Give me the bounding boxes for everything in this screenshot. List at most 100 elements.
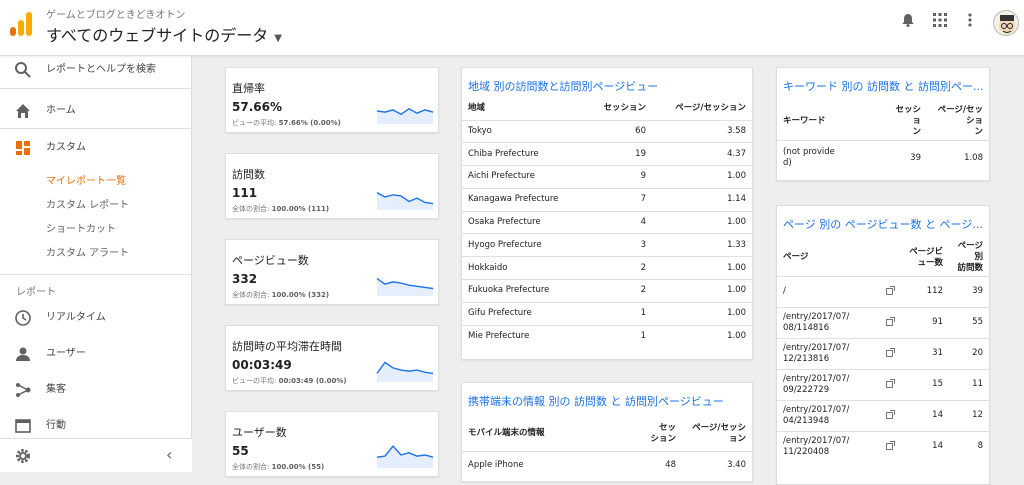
sidebar-item-behavior[interactable]: 行動 (0, 412, 192, 440)
table-cell: 1 (582, 324, 652, 348)
sidebar-search[interactable]: レポートとヘルプを検索 (0, 56, 192, 84)
open-link-icon[interactable] (886, 440, 895, 450)
table-row[interactable]: Aichi Prefecture 9 1.00 (462, 165, 752, 189)
table-row[interactable]: /entry/2017/07/04/213948 14 12 (777, 399, 989, 431)
sidebar-item-custom[interactable]: カスタム (0, 134, 192, 162)
metric-card-users[interactable]: ユーザー数 55 全体の割合: 100.00% (55) (225, 411, 439, 477)
region-table-title[interactable]: 地域 別の訪問数と訪問別ページビュー (468, 78, 658, 94)
page-path[interactable]: / (783, 286, 786, 296)
table-cell[interactable]: Hyogo Prefecture (462, 233, 582, 257)
table-cell[interactable]: Chiba Prefecture (462, 142, 582, 166)
column-header[interactable]: モバイル端末の情報 (462, 417, 640, 451)
column-header[interactable]: ページ/セッション (927, 104, 989, 140)
table-row[interactable]: Mie Prefecture 1 1.00 (462, 324, 752, 348)
table-row[interactable]: (not provide d) 39 1.08 (777, 139, 989, 176)
page-table-card: ページ 別の ページビュー数 と ページ... ページ ページビ ュー数 ページ別 訪問… (776, 205, 990, 485)
table-cell[interactable]: Osaka Prefecture (462, 210, 582, 234)
table-cell[interactable]: /entry/2017/07/12/213816 (777, 337, 895, 369)
column-header[interactable]: ページ/セッション (682, 417, 752, 451)
mobile-table-title[interactable]: 携帯端末の情報 別の 訪問数 と 訪問別ページビュー (468, 393, 724, 409)
table-cell: 1.00 (652, 210, 752, 234)
table-row[interactable]: Osaka Prefecture 4 1.00 (462, 210, 752, 234)
table-row[interactable]: Chiba Prefecture 19 4.37 (462, 142, 752, 166)
table-row[interactable]: Kanagawa Prefecture 7 1.14 (462, 187, 752, 212)
open-link-icon[interactable] (886, 285, 895, 295)
sidebar-sub-my-reports[interactable]: マイレポート一覧 (46, 172, 126, 187)
column-header[interactable]: ページ/セッション (652, 98, 752, 120)
table-cell[interactable]: Mie Prefecture (462, 324, 582, 348)
table-cell[interactable]: Hokkaido (462, 256, 582, 280)
sidebar-item-label: ホーム (46, 105, 76, 116)
sidebar-item-users[interactable]: ユーザー (0, 340, 192, 368)
table-cell: 112 (895, 275, 949, 307)
page-path[interactable]: /entry/2017/07/12/213816 (783, 343, 849, 364)
keyword-table-title[interactable]: キーワード 別の 訪問数 と 訪問別ペー... (783, 78, 987, 94)
column-header[interactable]: 地域 (462, 98, 582, 120)
metric-card-bounce-rate[interactable]: 直帰率 57.66% ビューの平均: 57.66% (0.00%) (225, 67, 439, 133)
table-row[interactable]: /entry/2017/07/08/114816 91 55 (777, 306, 989, 338)
table-row[interactable]: /entry/2017/07/12/213816 31 20 (777, 337, 989, 369)
table-cell[interactable]: / (777, 275, 895, 307)
more-vert-icon[interactable] (960, 12, 980, 32)
metric-subtext: 全体の割合: 100.00% (332) (232, 291, 330, 299)
page-path[interactable]: /entry/2017/07/08/114816 (783, 312, 849, 333)
table-row[interactable]: Tokyo 60 3.58 (462, 119, 752, 143)
settings-gear-icon[interactable] (14, 447, 32, 469)
sidebar-sub-shortcuts[interactable]: ショートカット (46, 220, 116, 235)
table-row[interactable]: Gifu Prefecture 1 1.00 (462, 301, 752, 326)
table-row[interactable]: / 112 39 (777, 275, 989, 307)
open-link-icon[interactable] (886, 347, 895, 357)
column-header[interactable]: セッション (887, 104, 927, 140)
page-path[interactable]: /entry/2017/07/09/222729 (783, 374, 849, 395)
column-header[interactable]: セッション (640, 417, 682, 451)
table-cell: 4.37 (652, 142, 752, 166)
collapse-chevron-icon[interactable]: ‹ (166, 445, 172, 464)
table-row[interactable]: Fukuoka Prefecture 2 1.00 (462, 279, 752, 303)
table-cell[interactable]: (not provide d) (777, 139, 887, 176)
column-header[interactable]: ページ別 訪問数 (949, 240, 989, 276)
column-header[interactable]: セッション (582, 98, 652, 120)
open-link-icon[interactable] (886, 378, 895, 388)
page-path[interactable]: /entry/2017/07/04/213948 (783, 405, 849, 426)
table-cell[interactable]: /entry/2017/07/04/213948 (777, 399, 895, 431)
table-cell[interactable]: /entry/2017/07/08/114816 (777, 306, 895, 338)
column-header[interactable]: キーワード (777, 104, 887, 140)
user-avatar[interactable] (993, 10, 1019, 36)
metric-card-pageviews[interactable]: ページビュー数 332 全体の割合: 100.00% (332) (225, 239, 439, 305)
table-cell[interactable]: Tokyo (462, 119, 582, 143)
notification-bell-icon[interactable] (898, 12, 918, 32)
sidebar-item-home[interactable]: ホーム (0, 97, 192, 125)
table-cell[interactable]: Gifu Prefecture (462, 301, 582, 326)
sidebar-sub-custom-alerts[interactable]: カスタム アラート (46, 244, 129, 259)
metric-card-sessions[interactable]: 訪問数 111 全体の割合: 100.00% (111) (225, 153, 439, 219)
table-row[interactable]: Hyogo Prefecture 3 1.33 (462, 233, 752, 257)
property-selector[interactable]: すべてのウェブサイトのデータ ▼ (46, 22, 282, 46)
table-cell[interactable]: /entry/2017/07/09/222729 (777, 368, 895, 400)
sidebar-item-label: リアルタイム (46, 312, 106, 323)
table-row[interactable]: /entry/2017/07/11/220408 14 8 (777, 430, 989, 462)
table-cell[interactable]: /entry/2017/07/11/220408 (777, 430, 895, 462)
sidebar-item-realtime[interactable]: リアルタイム (0, 304, 192, 332)
sidebar-sub-custom-reports[interactable]: カスタム レポート (46, 196, 129, 211)
page-table-title[interactable]: ページ 別の ページビュー数 と ページ... (783, 216, 987, 232)
table-cell[interactable]: Apple iPhone (462, 450, 640, 479)
table-cell[interactable]: Kanagawa Prefecture (462, 187, 582, 212)
acquisition-icon (14, 381, 32, 399)
analytics-logo-icon[interactable] (10, 12, 32, 36)
column-header[interactable]: ページビ ュー数 (895, 240, 949, 276)
column-header[interactable]: ページ (777, 240, 895, 276)
table-cell[interactable]: Fukuoka Prefecture (462, 279, 582, 303)
apps-grid-icon[interactable] (930, 12, 950, 32)
sparkline-area (377, 446, 433, 468)
page-path[interactable]: /entry/2017/07/11/220408 (783, 436, 849, 457)
open-link-icon[interactable] (886, 409, 895, 419)
table-row[interactable]: Hokkaido 2 1.00 (462, 256, 752, 280)
table-row[interactable]: Apple iPhone 48 3.40 (462, 450, 752, 479)
table-cell: 1.00 (652, 301, 752, 326)
table-row[interactable]: /entry/2017/07/09/222729 15 11 (777, 368, 989, 400)
table-cell[interactable]: Aichi Prefecture (462, 165, 582, 189)
metric-value: 00:03:49 (232, 358, 292, 372)
open-link-icon[interactable] (886, 316, 895, 326)
sidebar-item-acquisition[interactable]: 集客 (0, 376, 192, 404)
metric-card-avg-session-duration[interactable]: 訪問時の平均滞在時間 00:03:49 ビューの平均: 00:03:49 (0.… (225, 325, 439, 391)
